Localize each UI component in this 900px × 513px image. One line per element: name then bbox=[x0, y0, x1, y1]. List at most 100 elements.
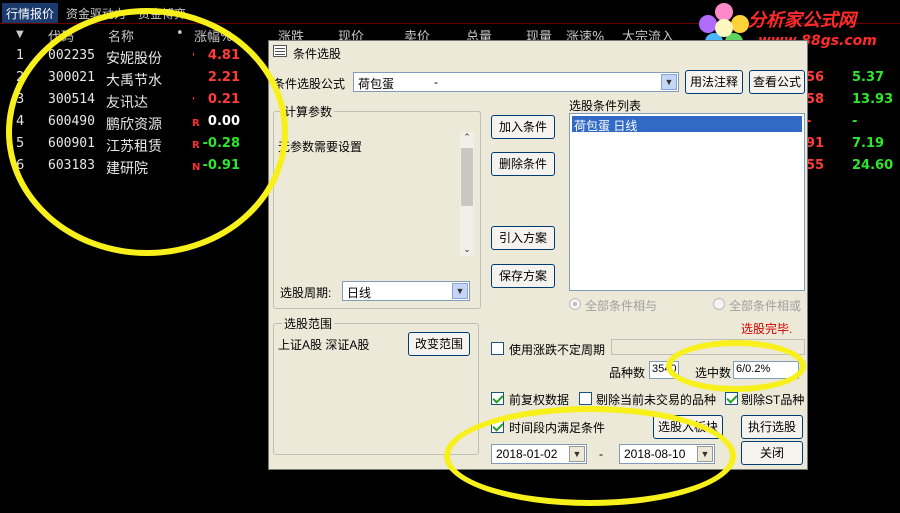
stock-name: 友讯达 bbox=[106, 95, 148, 111]
col-change[interactable]: 涨幅% bbox=[194, 26, 232, 45]
date-separator: - bbox=[599, 447, 603, 461]
use-indefinite-period-checkbox[interactable] bbox=[491, 342, 504, 355]
formula-name: 荷包蛋 bbox=[358, 77, 395, 91]
forward-adjust-checkbox[interactable] bbox=[491, 392, 504, 405]
date-to-picker[interactable]: 2018-08-10 ▼ bbox=[619, 444, 715, 464]
right-col-a: 56 bbox=[806, 70, 825, 85]
scroll-down-icon[interactable]: ⌄ bbox=[460, 244, 474, 256]
calc-params-label: 计算参数 bbox=[282, 103, 335, 120]
change-percent: 0.21 bbox=[207, 92, 240, 107]
stock-app: 行情报价 资金驱动力 资金博弈 ▼ 代码 名称 • 涨幅% 涨跌 现价 卖价 总… bbox=[0, 0, 900, 513]
date-from-picker[interactable]: 2018-01-02 ▼ bbox=[491, 444, 587, 464]
run-selection-button[interactable]: 执行选股 bbox=[741, 415, 803, 439]
status-text: 选股完毕. bbox=[741, 322, 793, 336]
dialog-title: 条件选股 bbox=[293, 47, 342, 61]
row-index: 1 bbox=[16, 48, 25, 63]
selected-count-label: 选中数 bbox=[695, 366, 732, 380]
stock-flag: ' bbox=[192, 52, 196, 63]
stock-name: 大禹节水 bbox=[106, 73, 162, 89]
add-condition-button[interactable]: 加入条件 bbox=[491, 115, 555, 139]
add-to-block-button[interactable]: 选股入板块 bbox=[653, 415, 723, 439]
stock-code: 002235 bbox=[48, 48, 95, 63]
stock-flag: R bbox=[192, 140, 200, 151]
right-col-b: 5.37 bbox=[852, 70, 885, 85]
stock-name: 建研院 bbox=[106, 161, 148, 177]
date-from-value: 2018-01-02 bbox=[496, 447, 558, 461]
count-value: 3540 bbox=[649, 361, 679, 379]
range-value: 上证A股 深证A股 bbox=[278, 338, 370, 352]
row-index: 4 bbox=[16, 114, 25, 129]
condition-list[interactable]: 荷包蛋 日线 bbox=[569, 113, 805, 291]
save-plan-button[interactable]: 保存方案 bbox=[491, 264, 555, 288]
change-percent: -0.28 bbox=[202, 136, 240, 151]
view-formula-button[interactable]: 查看公式 bbox=[749, 70, 805, 94]
date-from-dropdown-icon[interactable]: ▼ bbox=[569, 446, 585, 462]
scroll-up-icon[interactable]: ⌃ bbox=[460, 132, 474, 144]
change-percent: 4.81 bbox=[207, 48, 240, 63]
selection-range-group: 选股范围 上证A股 深证A股 改变范围 bbox=[273, 315, 479, 455]
forward-adjust-label: 前复权数据 bbox=[509, 393, 570, 407]
scroll-thumb[interactable] bbox=[461, 148, 473, 206]
right-col-b: 24.60 bbox=[852, 158, 894, 173]
date-to-value: 2018-08-10 bbox=[624, 447, 686, 461]
row-index: 6 bbox=[16, 158, 25, 173]
right-col-a: 91 bbox=[806, 136, 825, 151]
change-percent: 2.21 bbox=[207, 70, 240, 85]
right-col-b: - bbox=[852, 114, 858, 129]
period-value: 日线 bbox=[347, 286, 372, 300]
period-select[interactable]: 日线 ▼ bbox=[342, 281, 470, 301]
delete-condition-button[interactable]: 删除条件 bbox=[491, 152, 555, 176]
row-index: 2 bbox=[16, 70, 25, 85]
tab-fund-drive[interactable]: 资金驱动力 bbox=[62, 3, 130, 23]
use-indefinite-period-label: 使用涨跌不定周期 bbox=[509, 343, 606, 357]
change-percent: -0.91 bbox=[202, 158, 240, 173]
params-scrollbar[interactable]: ⌃ ⌄ bbox=[460, 132, 474, 256]
row-index: 5 bbox=[16, 136, 25, 151]
tab-fund-game[interactable]: 资金博弈 bbox=[134, 3, 190, 23]
time-period-label: 时间段内满足条件 bbox=[509, 421, 606, 435]
import-plan-button[interactable]: 引入方案 bbox=[491, 226, 555, 250]
exclude-untraded-checkbox[interactable] bbox=[579, 392, 592, 405]
radio-all-and[interactable] bbox=[569, 298, 581, 310]
right-col-b: 13.93 bbox=[852, 92, 894, 107]
col-code[interactable]: 代码 bbox=[48, 26, 74, 45]
dialog-window-icon bbox=[273, 45, 287, 57]
change-percent: 0.00 bbox=[207, 114, 240, 129]
right-col-a: 58 bbox=[806, 92, 825, 107]
indefinite-period-field bbox=[611, 339, 805, 355]
right-col-a: 55 bbox=[806, 158, 825, 173]
date-to-dropdown-icon[interactable]: ▼ bbox=[697, 446, 713, 462]
selection-range-label: 选股范围 bbox=[282, 315, 335, 332]
time-period-checkbox[interactable] bbox=[491, 420, 504, 433]
exclude-st-label: 剔除ST品种 bbox=[741, 393, 805, 407]
col-name[interactable]: 名称 bbox=[108, 26, 134, 45]
stock-name: 江苏租赁 bbox=[106, 139, 162, 155]
tab-quotes[interactable]: 行情报价 bbox=[2, 3, 59, 23]
change-range-button[interactable]: 改变范围 bbox=[408, 332, 470, 356]
sort-icon[interactable]: ▼ bbox=[16, 29, 24, 40]
stock-flag: R bbox=[192, 118, 200, 129]
formula-dropdown-icon[interactable]: ▼ bbox=[661, 74, 677, 90]
formula-description: - bbox=[434, 75, 438, 89]
period-label: 选股周期: bbox=[280, 286, 332, 300]
right-col-b: 7.19 bbox=[852, 136, 885, 151]
stock-flag: ' bbox=[192, 96, 196, 107]
condition-list-label: 选股条件列表 bbox=[569, 99, 642, 113]
condition-list-item[interactable]: 荷包蛋 日线 bbox=[572, 116, 802, 133]
radio-all-or[interactable] bbox=[713, 298, 725, 310]
stock-code: 603183 bbox=[48, 158, 95, 173]
stock-code: 600901 bbox=[48, 136, 95, 151]
logo-title: 分析家公式网 bbox=[748, 10, 856, 31]
formula-select[interactable]: 荷包蛋 - ▼ bbox=[353, 72, 679, 92]
stock-code: 600490 bbox=[48, 114, 95, 129]
calc-params-group: 计算参数 无参数需要设置 ⌃ ⌄ 选股周期: 日线 ▼ bbox=[273, 103, 481, 309]
stock-name: 鹏欣资源 bbox=[106, 117, 162, 133]
usage-notes-button[interactable]: 用法注释 bbox=[685, 70, 743, 94]
close-button[interactable]: 关闭 bbox=[741, 441, 803, 465]
exclude-st-checkbox[interactable] bbox=[725, 392, 738, 405]
formula-label: 条件选股公式 bbox=[273, 77, 346, 91]
period-dropdown-icon[interactable]: ▼ bbox=[452, 283, 468, 299]
count-label: 品种数 bbox=[609, 366, 646, 380]
selected-count-value: 6/0.2% bbox=[733, 361, 799, 379]
dialog-titlebar[interactable]: 条件选股 bbox=[269, 41, 807, 63]
